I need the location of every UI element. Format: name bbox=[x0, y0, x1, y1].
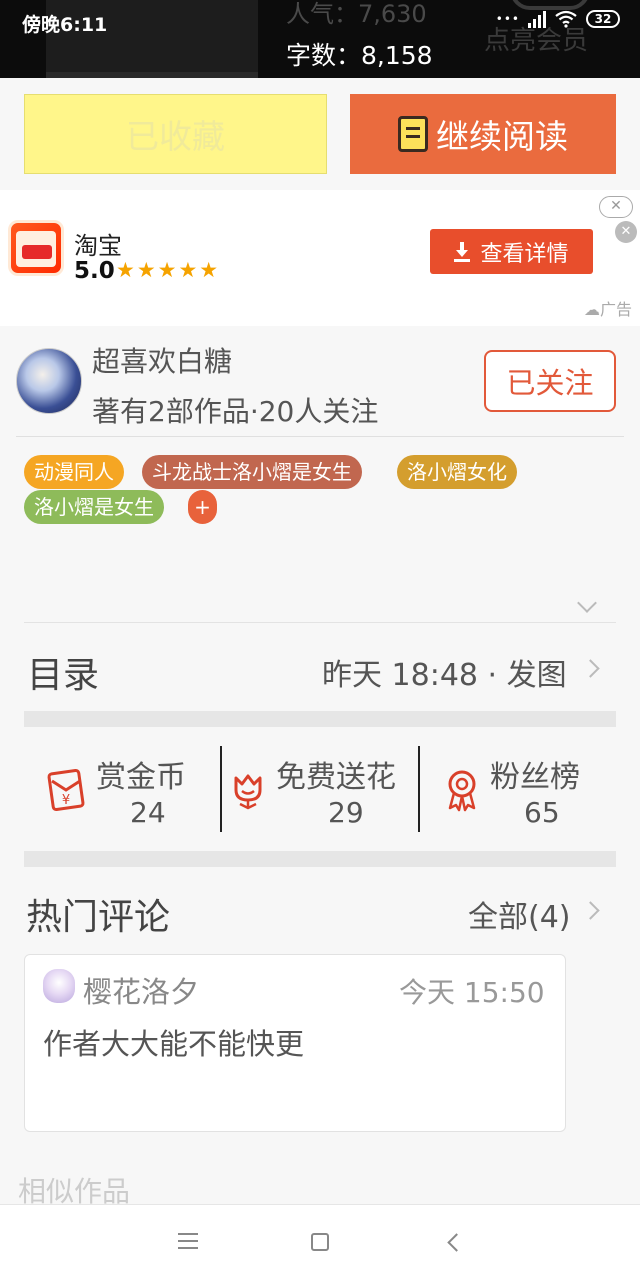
reward-coins-label: 赏金币 bbox=[96, 760, 186, 795]
ad-label: ☁广告 bbox=[583, 300, 632, 319]
signal-icon bbox=[528, 10, 546, 28]
fan-ranking-label: 粉丝榜 bbox=[490, 760, 580, 795]
author-name[interactable]: 超喜欢白糖 bbox=[92, 340, 232, 380]
system-nav-bar bbox=[0, 1204, 640, 1280]
author-section: 超喜欢白糖 著有2部作品·20人关注 已关注 bbox=[0, 326, 640, 438]
continue-reading-label: 继续阅读 bbox=[436, 117, 568, 156]
close-icon[interactable]: ✕ bbox=[615, 221, 637, 243]
hot-comments-title: 热门评论 bbox=[26, 897, 171, 938]
fan-ranking-value: 65 bbox=[524, 796, 560, 829]
tag-item[interactable]: 动漫同人 bbox=[24, 455, 124, 489]
battery-level: 32 bbox=[594, 12, 612, 26]
section-separator bbox=[24, 851, 616, 867]
comment-text: 作者大大能不能快更 bbox=[43, 1027, 305, 1061]
svg-text:¥: ¥ bbox=[62, 793, 70, 808]
follow-label: 已关注 bbox=[506, 366, 594, 400]
medal-icon bbox=[448, 770, 476, 812]
view-details-button[interactable]: 查看详情 bbox=[430, 229, 593, 274]
tag-item[interactable]: 洛小熠是女生 bbox=[24, 490, 164, 524]
menu-icon[interactable] bbox=[178, 1233, 198, 1249]
battery-icon: 32 bbox=[586, 10, 620, 28]
ad-banner[interactable]: ✕ ✕ 淘宝 5.0 ★★★★★ 查看详情 ☁广告 bbox=[0, 190, 640, 326]
ad-dismiss-glyph: ✕ bbox=[620, 224, 632, 239]
book-icon bbox=[398, 116, 428, 152]
free-flowers-value: 29 bbox=[328, 796, 364, 829]
flower-icon bbox=[234, 774, 262, 810]
back-icon[interactable] bbox=[447, 1233, 466, 1252]
collected-button[interactable]: 已收藏 bbox=[24, 94, 327, 174]
fan-ranking-stat[interactable]: 粉丝榜 65 bbox=[426, 746, 616, 832]
ad-rating: 5.0 bbox=[74, 258, 115, 284]
collected-label: 已收藏 bbox=[126, 117, 225, 156]
chevron-right-icon[interactable] bbox=[581, 901, 600, 920]
header-overlay: 傍晚6:11 人气：7,630 字数：8,158 点亮会员 ••• 32 bbox=[0, 0, 640, 78]
more-dots-icon: ••• bbox=[495, 12, 520, 26]
home-icon[interactable] bbox=[311, 1233, 329, 1251]
red-envelope-icon: ¥ bbox=[47, 768, 85, 812]
continue-reading-button[interactable]: 继续阅读 bbox=[350, 94, 616, 174]
tag-item[interactable]: 洛小熠女化 bbox=[397, 455, 517, 489]
stat-divider bbox=[418, 746, 420, 832]
commenter-avatar[interactable] bbox=[43, 969, 75, 1003]
follow-button[interactable]: 已关注 bbox=[484, 350, 616, 412]
all-comments-link[interactable]: 全部(4) bbox=[468, 892, 571, 936]
chevron-down-icon[interactable] bbox=[577, 593, 597, 613]
word-count: 字数：8,158 bbox=[286, 41, 433, 70]
member-ring-icon bbox=[510, 0, 590, 10]
popularity-count: 人气：7,630 bbox=[286, 0, 427, 28]
ad-app-name: 淘宝 bbox=[74, 232, 122, 260]
catalog-title[interactable]: 目录 bbox=[27, 646, 99, 698]
free-flowers-label: 免费送花 bbox=[276, 760, 396, 795]
status-time: 傍晚6:11 bbox=[22, 14, 108, 36]
catalog-update[interactable]: 昨天 18:48 · 发图 bbox=[322, 650, 567, 694]
tag-item[interactable]: 斗龙战士洛小熠是女生 bbox=[142, 455, 362, 489]
view-details-label: 查看详情 bbox=[480, 241, 569, 267]
status-icons: ••• 32 bbox=[496, 10, 620, 28]
comment-time: 今天 15:50 bbox=[399, 976, 545, 1009]
free-flowers-stat[interactable]: 免费送花 29 bbox=[228, 746, 418, 832]
ad-close-glyph: ✕ bbox=[610, 198, 622, 214]
section-separator bbox=[24, 711, 616, 727]
reward-coins-stat[interactable]: ¥ 赏金币 24 bbox=[40, 746, 220, 832]
action-bar: 已收藏 继续阅读 bbox=[0, 78, 640, 190]
app-logo bbox=[8, 220, 64, 276]
star-rating-icon: ★★★★★ bbox=[116, 258, 221, 282]
author-avatar[interactable] bbox=[16, 348, 82, 414]
divider bbox=[24, 622, 616, 623]
author-info: 著有2部作品·20人关注 bbox=[92, 395, 379, 428]
commenter-name[interactable]: 樱花洛夕 bbox=[83, 969, 199, 1011]
reward-coins-value: 24 bbox=[130, 796, 166, 829]
stat-divider bbox=[220, 746, 222, 832]
ad-close-button[interactable]: ✕ bbox=[599, 196, 633, 218]
add-tag-button[interactable]: + bbox=[188, 490, 217, 524]
comment-card[interactable]: 樱花洛夕 今天 15:50 作者大大能不能快更 bbox=[24, 954, 566, 1132]
chevron-right-icon[interactable] bbox=[581, 659, 600, 678]
wifi-icon bbox=[555, 10, 577, 28]
download-icon bbox=[454, 241, 471, 262]
divider bbox=[16, 436, 624, 437]
